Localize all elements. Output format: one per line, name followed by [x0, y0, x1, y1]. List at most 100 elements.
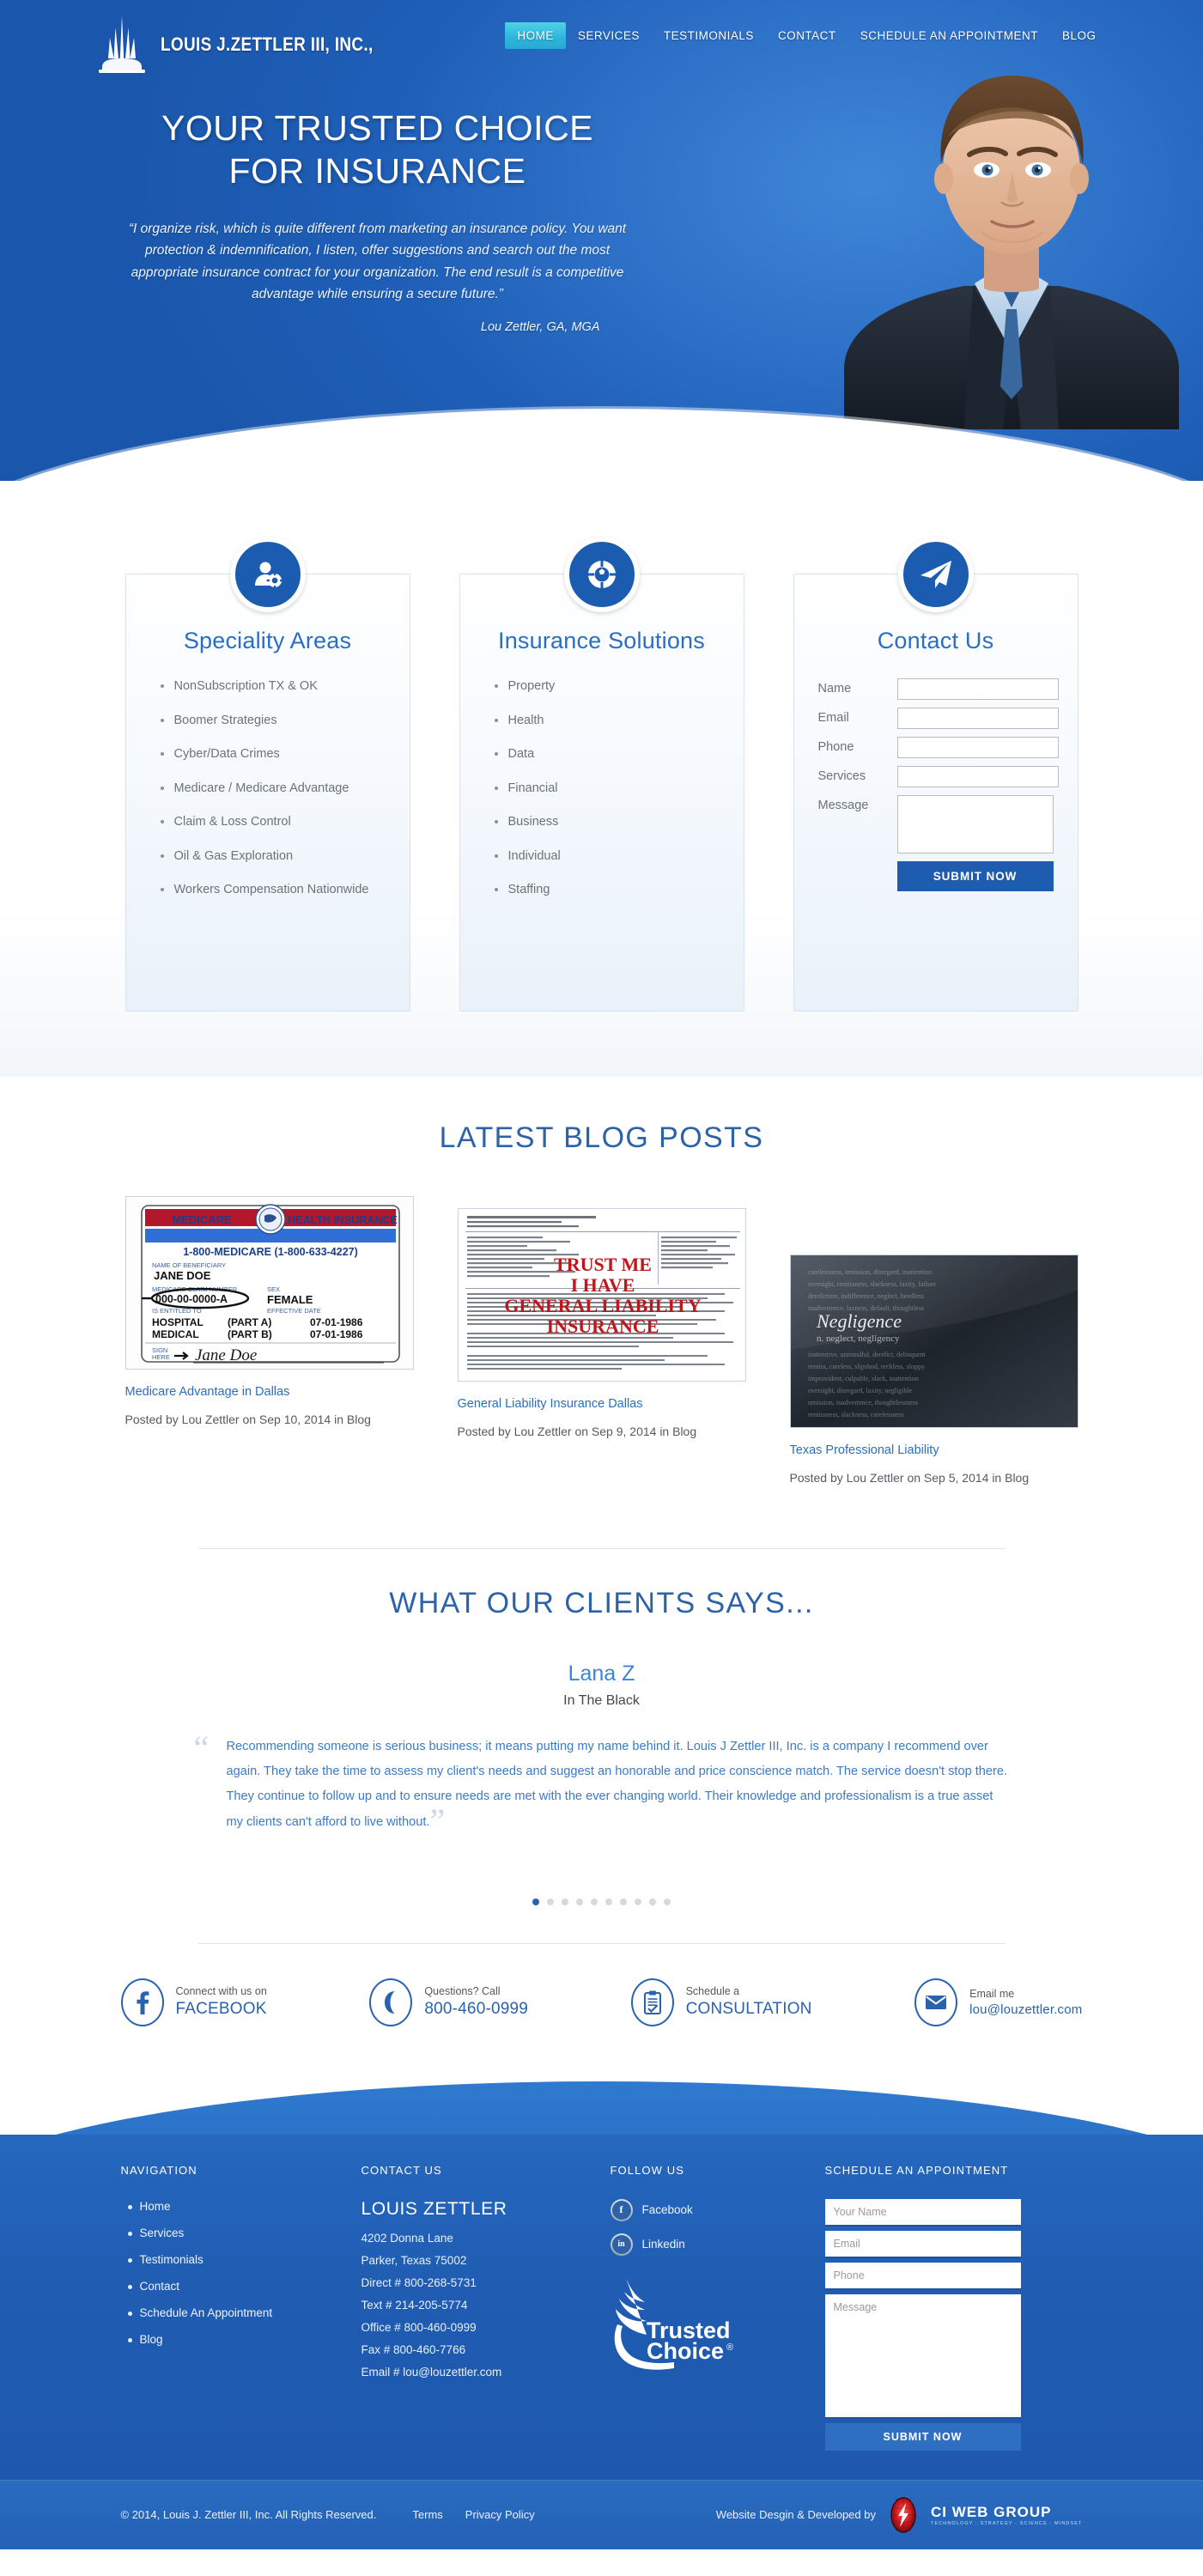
footer-nav-list: Home Services Testimonials Contact Sched…	[121, 2199, 344, 2348]
svg-text:HERE: HERE	[152, 1353, 170, 1361]
strip-item-consultation[interactable]: Schedule a CONSULTATION	[630, 1978, 812, 2026]
footer-email: Email # lou@louzettler.com	[361, 2365, 502, 2379]
footer-curve	[0, 2081, 1203, 2135]
pagination-dot-3[interactable]	[562, 1898, 568, 1905]
svg-text:SEX: SEX	[267, 1285, 280, 1293]
blog-section-title: LATEST BLOG POSTS	[439, 1121, 764, 1154]
latest-blog-posts-section: LATEST BLOG POSTS MEDICARE HEALTH INSURA…	[0, 1077, 1203, 1519]
trusted-choice-eagle-icon: Trusted Choice ®	[614, 2277, 733, 2370]
phone-label: Phone	[817, 740, 854, 754]
site-footer: NAVIGATION Home Services Testimonials Co…	[0, 2134, 1203, 2549]
blog-thumbnail-medicare-card[interactable]: MEDICARE HEALTH INSURANCE 1-800-MEDICARE…	[125, 1196, 414, 1370]
list-item: Workers Compensation Nationwide	[160, 882, 387, 899]
section-divider	[197, 1548, 1006, 1549]
nav-item-home[interactable]: HOME	[505, 21, 566, 49]
nav-item-blog[interactable]: BLOG	[1050, 22, 1109, 49]
hero-title: YOUR TRUSTED CHOICE FOR INSURANCE	[161, 108, 594, 191]
list-item: Business	[494, 814, 721, 831]
card-title: Speciality Areas	[183, 628, 352, 653]
email-label: Email	[817, 711, 849, 725]
nav-item-testimonials[interactable]: TESTIMONIALS	[652, 22, 766, 49]
pagination-dot-1[interactable]	[532, 1898, 539, 1905]
footer-text-phone: Text # 214-205-5774	[361, 2298, 468, 2312]
clipboard-check-icon	[630, 1978, 674, 2026]
footer-follow-heading: FOLLOW US	[610, 2163, 684, 2177]
blog-thumbnail-negligence[interactable]: carelessness, omission, disregard, inatt…	[789, 1255, 1078, 1428]
pagination-dot-8[interactable]	[635, 1898, 641, 1905]
list-item: Oil & Gas Exploration	[160, 848, 387, 866]
blog-post-title[interactable]: Medicare Advantage in Dallas	[125, 1385, 414, 1399]
strip-item-facebook[interactable]: Connect with us on FACEBOOK	[120, 1978, 267, 2026]
footer-link-schedule[interactable]: Schedule An Appointment	[140, 2306, 273, 2319]
strip-item-phone[interactable]: Questions? Call 800-460-0999	[369, 1978, 528, 2026]
blog-post-title[interactable]: Texas Professional Liability	[790, 1443, 1078, 1457]
svg-text:remissness, slackness, careles: remissness, slackness, carelessness	[808, 1411, 904, 1419]
strip-item-email[interactable]: Email me lou@louzettler.com	[914, 1978, 1082, 2026]
developer-credit[interactable]: Website Desgin & Developed by CI WEB GRO…	[716, 2496, 1083, 2534]
schedule-name-input[interactable]	[824, 2198, 1021, 2227]
testimonial-pagination[interactable]	[0, 1898, 1203, 1905]
message-label: Message	[817, 799, 869, 812]
list-item: Boomer Strategies	[160, 713, 387, 730]
email-input[interactable]	[896, 708, 1059, 729]
footer-follow-column: FOLLOW US f Facebook in Linkedin Trusted…	[610, 2163, 825, 2451]
blog-thumbnail-general-liability[interactable]: TRUST ME I HAVE GENERAL LIABILITY INSURA…	[457, 1208, 746, 1382]
pagination-dot-2[interactable]	[547, 1898, 554, 1905]
footer-link-home[interactable]: Home	[140, 2200, 171, 2213]
terms-link[interactable]: Terms	[412, 2508, 442, 2521]
pagination-dot-7[interactable]	[620, 1898, 627, 1905]
nav-item-services[interactable]: SERVICES	[566, 22, 652, 49]
social-link-linkedin[interactable]: in Linkedin	[610, 2233, 808, 2256]
svg-text:07-01-1986: 07-01-1986	[310, 1328, 363, 1340]
footer-link-contact[interactable]: Contact	[140, 2280, 180, 2293]
social-link-facebook[interactable]: f Facebook	[610, 2198, 808, 2221]
list-item: NonSubscription TX & OK	[160, 678, 387, 696]
nav-item-contact[interactable]: CONTACT	[766, 22, 848, 49]
schedule-email-input[interactable]	[824, 2230, 1021, 2258]
pagination-dot-5[interactable]	[591, 1898, 598, 1905]
testimonial-author-role: In The Black	[563, 1693, 640, 1708]
footer-link-testimonials[interactable]: Testimonials	[140, 2253, 204, 2266]
phone-input[interactable]	[896, 737, 1059, 758]
list-item: Cyber/Data Crimes	[160, 746, 387, 763]
ci-web-group-logo	[890, 2497, 916, 2533]
footer-link-blog[interactable]: Blog	[140, 2333, 163, 2346]
svg-text:1-800-MEDICARE (1-800-633-4227: 1-800-MEDICARE (1-800-633-4227)	[183, 1246, 358, 1258]
services-input[interactable]	[896, 766, 1059, 787]
pagination-dot-10[interactable]	[664, 1898, 671, 1905]
strip-main-label: FACEBOOK	[175, 2000, 267, 2019]
social-label: Linkedin	[641, 2238, 685, 2251]
footer-copyright-bar: © 2014, Louis J. Zettler III, Inc. All R…	[0, 2479, 1203, 2549]
list-item: Financial	[494, 781, 721, 798]
schedule-message-textarea[interactable]	[824, 2293, 1021, 2419]
strip-top-label: Email me	[969, 1987, 1015, 2000]
name-input[interactable]	[896, 678, 1059, 700]
blog-post-title[interactable]: General Liability Insurance Dallas	[458, 1397, 746, 1411]
life-ring-icon	[563, 537, 640, 612]
nav-item-schedule[interactable]: SCHEDULE AN APPOINTMENT	[848, 22, 1050, 49]
submit-now-button[interactable]: SUBMIT NOW	[896, 861, 1054, 891]
logo-text: LOUIS J.ZETTLER III, INC.,	[160, 33, 374, 55]
main-navigation[interactable]: HOME SERVICES TESTIMONIALS CONTACT SCHED…	[505, 21, 1109, 68]
schedule-phone-input[interactable]	[824, 2262, 1021, 2290]
svg-text:omission, inadvertence, though: omission, inadvertence, thoughtlessness	[808, 1399, 918, 1406]
list-item: Data	[494, 746, 721, 763]
blog-post: carelessness, omission, disregard, inatt…	[789, 1196, 1078, 1485]
list-item: Property	[494, 678, 721, 696]
close-quote-icon: ”	[429, 1801, 446, 1840]
footer-link-services[interactable]: Services	[140, 2227, 185, 2239]
schedule-submit-button[interactable]: SUBMIT NOW	[824, 2422, 1021, 2451]
pagination-dot-6[interactable]	[605, 1898, 612, 1905]
privacy-policy-link[interactable]: Privacy Policy	[465, 2508, 535, 2521]
testimonials-section: WHAT OUR CLIENTS SAYS... Lana Z In The B…	[0, 1519, 1203, 1914]
strip-main-label: 800-460-0999	[424, 2000, 529, 2019]
svg-text:®: ®	[726, 2342, 733, 2353]
pagination-dot-4[interactable]	[576, 1898, 583, 1905]
list-item: Claim & Loss Control	[160, 814, 387, 831]
pagination-dot-9[interactable]	[649, 1898, 656, 1905]
card-title: Contact Us	[877, 628, 994, 653]
facebook-icon	[120, 1978, 164, 2026]
list-item: Health	[494, 713, 721, 730]
site-logo[interactable]: LOUIS J.ZETTLER III, INC.,	[95, 15, 408, 74]
message-textarea[interactable]	[896, 795, 1054, 854]
